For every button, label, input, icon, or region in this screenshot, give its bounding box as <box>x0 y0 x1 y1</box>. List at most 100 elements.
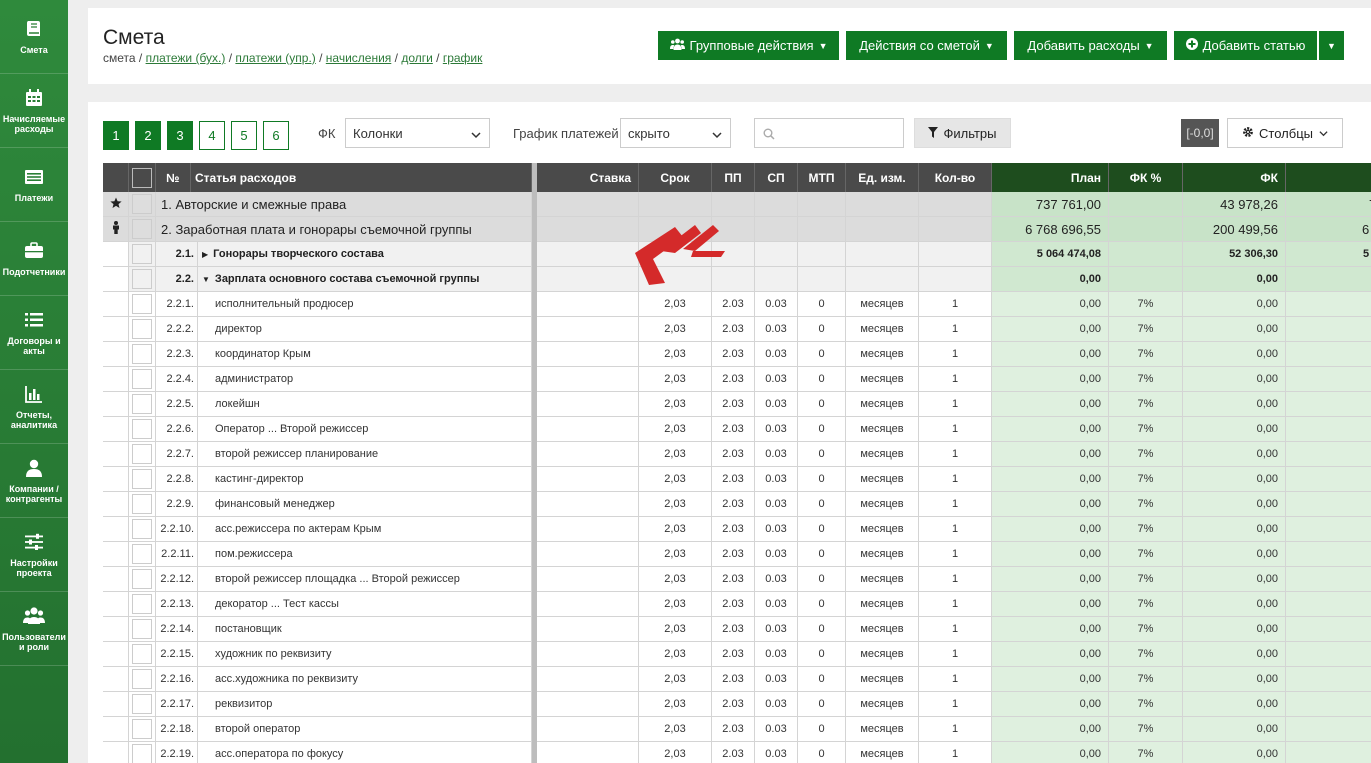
row-checkbox[interactable] <box>132 369 152 389</box>
row-sp[interactable]: 0.03 <box>755 442 798 467</box>
row-term[interactable]: 2,03 <box>639 692 712 717</box>
row-fk-pct[interactable]: 7% <box>1109 392 1183 417</box>
row-rate[interactable] <box>537 692 639 717</box>
row-fk[interactable]: 0,00 <box>1183 392 1286 417</box>
row-term[interactable]: 2,03 <box>639 592 712 617</box>
row-unit[interactable]: месяцев <box>846 617 919 642</box>
row-mtp[interactable]: 0 <box>798 292 846 317</box>
row-sp[interactable]: 0.03 <box>755 342 798 367</box>
row-article[interactable]: координатор Крым <box>198 342 532 367</box>
page-button-2[interactable]: 2 <box>135 121 161 150</box>
zoom-badge[interactable]: [-0,0] <box>1181 119 1219 147</box>
row-term[interactable]: 2,03 <box>639 642 712 667</box>
row-term[interactable]: 2,03 <box>639 367 712 392</box>
row-rate[interactable] <box>537 392 639 417</box>
row-pp[interactable]: 2.03 <box>712 542 755 567</box>
sidebar-item-accrued-expenses[interactable]: Начисляемые расходы <box>0 74 68 148</box>
row-unit[interactable]: месяцев <box>846 567 919 592</box>
row-checkbox[interactable] <box>132 569 152 589</box>
columns-button[interactable]: Столбцы <box>1227 118 1343 148</box>
sidebar-item-contracts[interactable]: Договоры и акты <box>0 296 68 370</box>
row-plan[interactable]: 0,00 <box>992 367 1109 392</box>
sidebar-item-companies[interactable]: Компании / контрагенты <box>0 444 68 518</box>
row-term[interactable]: 2,03 <box>639 467 712 492</box>
row-sp[interactable]: 0.03 <box>755 392 798 417</box>
row-rate[interactable] <box>537 517 639 542</box>
row-plan[interactable]: 0,00 <box>992 292 1109 317</box>
row-fk[interactable]: 0,00 <box>1183 292 1286 317</box>
row-article[interactable]: второй режиссер планирование <box>198 442 532 467</box>
row-unit[interactable]: месяцев <box>846 292 919 317</box>
row-plan[interactable]: 0,00 <box>992 467 1109 492</box>
row-fk-pct[interactable]: 7% <box>1109 617 1183 642</box>
row-term[interactable]: 2,03 <box>639 542 712 567</box>
row-sp[interactable]: 0.03 <box>755 617 798 642</box>
header-qty[interactable]: Кол-во <box>919 163 992 192</box>
row-article[interactable]: Оператор ... Второй режиссер <box>198 417 532 442</box>
row-term[interactable]: 2,03 <box>639 292 712 317</box>
row-unit[interactable]: месяцев <box>846 342 919 367</box>
header-plan-2[interactable]: Пл <box>1286 163 1371 192</box>
row-sp[interactable]: 0.03 <box>755 642 798 667</box>
row-fk-pct[interactable]: 7% <box>1109 517 1183 542</box>
row-fk[interactable]: 0,00 <box>1183 317 1286 342</box>
breadcrumb-link-schedule[interactable]: график <box>443 51 483 65</box>
sidebar-item-project-settings[interactable]: Настройки проекта <box>0 518 68 592</box>
page-button-3[interactable]: 3 <box>167 121 193 150</box>
subgroup-name[interactable]: Зарплата основного состава съемочной гру… <box>215 273 479 285</box>
row-unit[interactable]: месяцев <box>846 392 919 417</box>
row-checkbox[interactable] <box>132 594 152 614</box>
row-sp[interactable]: 0.03 <box>755 667 798 692</box>
row-term[interactable]: 2,03 <box>639 517 712 542</box>
sidebar-item-accountable-persons[interactable]: Подотчетники <box>0 222 68 296</box>
row-sp[interactable]: 0.03 <box>755 417 798 442</box>
row-unit[interactable]: месяцев <box>846 642 919 667</box>
row-pp[interactable]: 2.03 <box>712 442 755 467</box>
row-qty[interactable]: 1 <box>919 692 992 717</box>
row-checkbox[interactable] <box>132 469 152 489</box>
subgroup-name[interactable]: Гонорары творческого состава <box>213 248 384 260</box>
sidebar-item-reports[interactable]: Отчеты, аналитика <box>0 370 68 444</box>
row-mtp[interactable]: 0 <box>798 742 846 763</box>
group-actions-button[interactable]: Групповые действия ▼ <box>658 31 839 60</box>
row-rate[interactable] <box>537 617 639 642</box>
row-pp[interactable]: 2.03 <box>712 642 755 667</box>
row-article[interactable]: финансовый менеджер <box>198 492 532 517</box>
header-fk[interactable]: ФК <box>1183 163 1286 192</box>
row-pp[interactable]: 2.03 <box>712 392 755 417</box>
row-pp[interactable]: 2.03 <box>712 617 755 642</box>
row-term[interactable]: 2,03 <box>639 667 712 692</box>
header-sp[interactable]: СП <box>755 163 798 192</box>
row-sp[interactable]: 0.03 <box>755 317 798 342</box>
row-fk[interactable]: 0,00 <box>1183 592 1286 617</box>
row-qty[interactable]: 1 <box>919 492 992 517</box>
row-sp[interactable]: 0.03 <box>755 717 798 742</box>
row-fk[interactable]: 0,00 <box>1183 667 1286 692</box>
row-qty[interactable]: 1 <box>919 367 992 392</box>
row-term[interactable]: 2,03 <box>639 742 712 763</box>
row-plan[interactable]: 0,00 <box>992 642 1109 667</box>
row-mtp[interactable]: 0 <box>798 392 846 417</box>
row-fk-pct[interactable]: 7% <box>1109 492 1183 517</box>
row-checkbox[interactable] <box>132 394 152 414</box>
row-article[interactable]: асс.оператора по фокусу <box>198 742 532 763</box>
add-expenses-button[interactable]: Добавить расходы ▼ <box>1014 31 1167 60</box>
row-pp[interactable]: 2.03 <box>712 292 755 317</box>
row-checkbox[interactable] <box>132 519 152 539</box>
row-pp[interactable]: 2.03 <box>712 467 755 492</box>
header-pp[interactable]: ПП <box>712 163 755 192</box>
row-pp[interactable]: 2.03 <box>712 367 755 392</box>
row-sp[interactable]: 0.03 <box>755 517 798 542</box>
row-unit[interactable]: месяцев <box>846 717 919 742</box>
row-rate[interactable] <box>537 317 639 342</box>
row-fk[interactable]: 0,00 <box>1183 542 1286 567</box>
row-mtp[interactable]: 0 <box>798 367 846 392</box>
row-fk[interactable]: 0,00 <box>1183 467 1286 492</box>
row-article[interactable]: художник по реквизиту <box>198 642 532 667</box>
row-checkbox[interactable] <box>132 269 152 289</box>
row-qty[interactable]: 1 <box>919 342 992 367</box>
row-article[interactable]: исполнительный продюсер <box>198 292 532 317</box>
row-sp[interactable]: 0.03 <box>755 567 798 592</box>
row-term[interactable]: 2,03 <box>639 392 712 417</box>
row-unit[interactable]: месяцев <box>846 692 919 717</box>
